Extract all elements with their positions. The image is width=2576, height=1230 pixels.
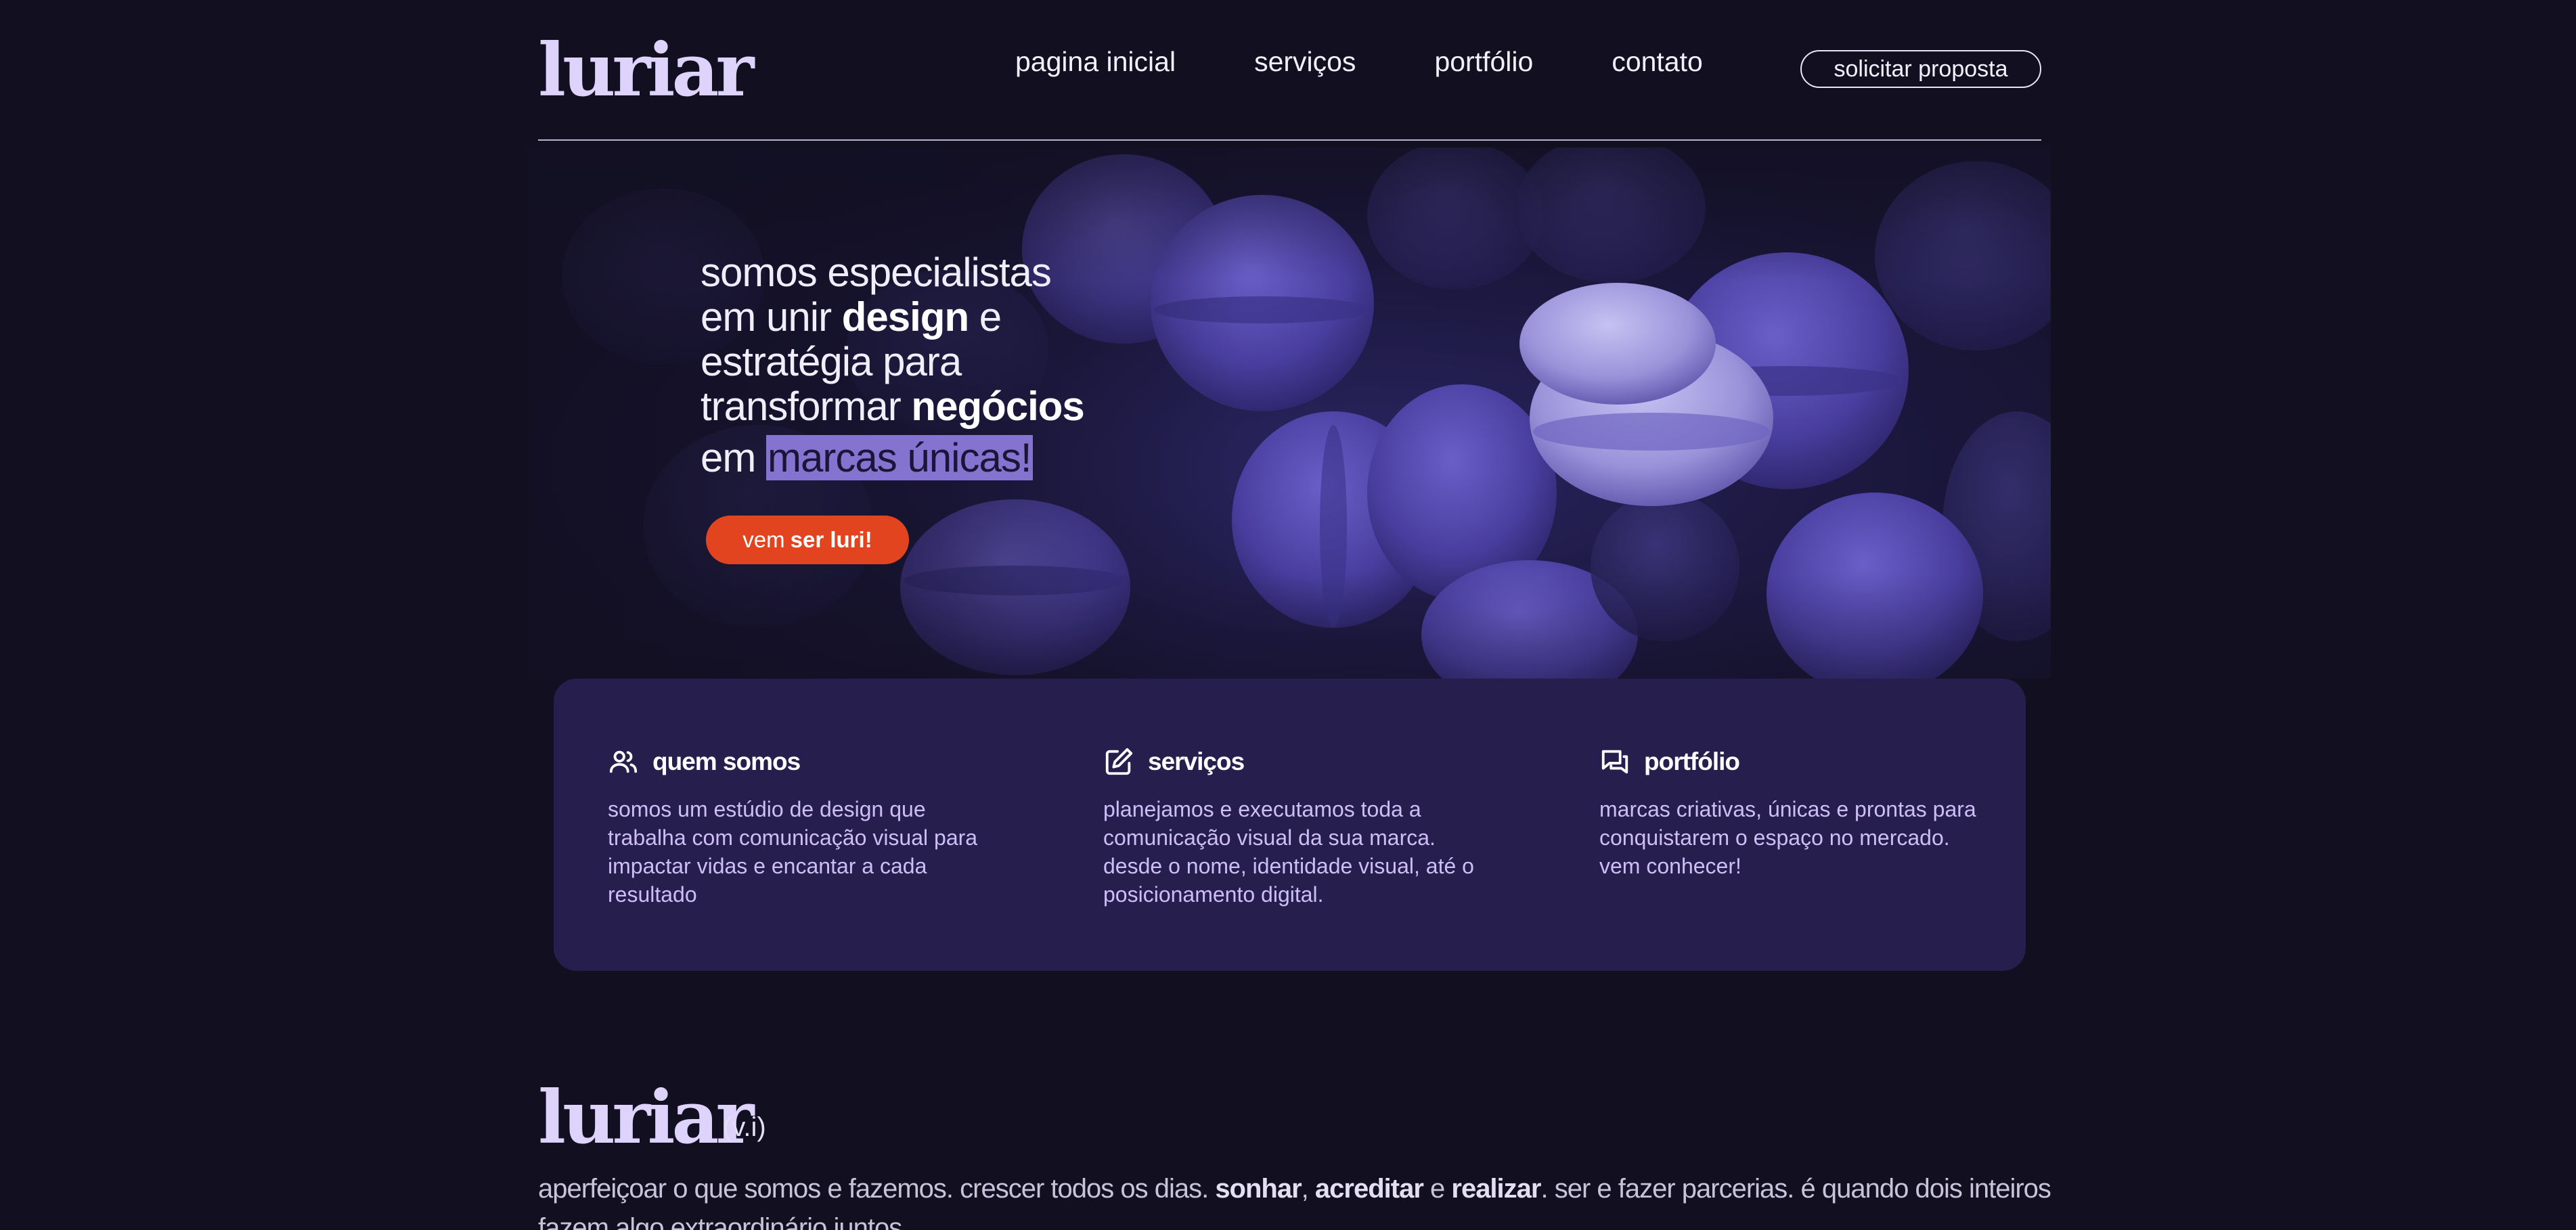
hero-bold-negocios: negócios [911,384,1084,429]
header-divider [538,139,2041,141]
info-column-about[interactable]: quem somos somos um estúdio de design qu… [608,746,987,909]
main-nav: pagina inicial serviços portfólio contat… [1015,46,1781,78]
chat-icon [1601,750,1628,774]
info-card: quem somos somos um estúdio de design qu… [554,679,2026,971]
tagline-bold-sonhar: sonhar [1215,1174,1302,1204]
tagline-bold-acreditar: acreditar [1314,1174,1424,1204]
hero-highlight-text: marcas únicas! [766,435,1033,480]
info-header-about: quem somos [608,746,987,777]
hero-line-5: em marcas únicas! [701,435,1174,480]
info-column-portfolio[interactable]: portfólio marcas criativas, únicas e pro… [1599,746,1978,880]
hero-line-2: em unir design e [701,295,1174,340]
luriar-wordmark: luriar [538,1075,754,1160]
hero-line-1: somos especialistas [701,250,1052,295]
hero-bold-design: design [841,294,969,340]
hero-line-3: estratégia para [701,339,962,384]
hero-line-2-end: e [969,294,1002,340]
info-text-about: somos um estúdio de design que trabalha … [608,797,978,907]
hero-line-4: transformar negócios [701,384,1174,429]
hero-cta-button[interactable]: vem ser luri! [706,516,909,564]
hero-headline: somos especialistas em unir design e est… [701,250,1174,480]
info-text-services: planejamos e executamos toda a comunicaç… [1103,797,1474,907]
tagline-bold-realizar: realizar [1451,1174,1541,1204]
info-title-portfolio: portfólio [1644,748,1740,775]
request-proposal-button[interactable]: solicitar proposta [1800,50,2041,88]
hero-line-2-text: em unir [701,294,842,340]
nav-link-home[interactable]: pagina inicial [1015,46,1176,78]
wordmark-suffix: (v.i) [723,1112,766,1142]
luriar-logo[interactable]: luriar [538,34,754,107]
users-icon [609,750,638,773]
about-tagline: aperfeiçoar o que somos e fazemos. cresc… [538,1169,2054,1230]
hero-line-5-text: em [701,435,767,480]
info-title-about: quem somos [652,748,801,775]
nav-link-portfolio[interactable]: portfólio [1434,46,1533,78]
info-title-services: serviços [1148,748,1245,775]
info-header-services: serviços [1103,746,1482,777]
tagline-text-1: aperfeiçoar o que somos e fazemos. cresc… [538,1174,1216,1204]
tagline-text-3: e [1423,1174,1452,1204]
info-header-portfolio: portfólio [1599,746,1978,777]
hero-line-4-text: transformar [701,384,912,429]
edit-icon [1105,748,1133,775]
hero-cta-label: vem [742,527,785,552]
nav-link-contact[interactable]: contato [1612,46,1703,78]
tagline-text-2: , [1301,1174,1315,1204]
nav-link-services[interactable]: serviços [1254,46,1356,78]
info-text-portfolio: marcas criativas, únicas e prontas para … [1599,797,1976,878]
info-column-services[interactable]: serviços planejamos e executamos toda a … [1103,746,1482,909]
hero-cta-label-bold: ser luri! [790,527,872,552]
